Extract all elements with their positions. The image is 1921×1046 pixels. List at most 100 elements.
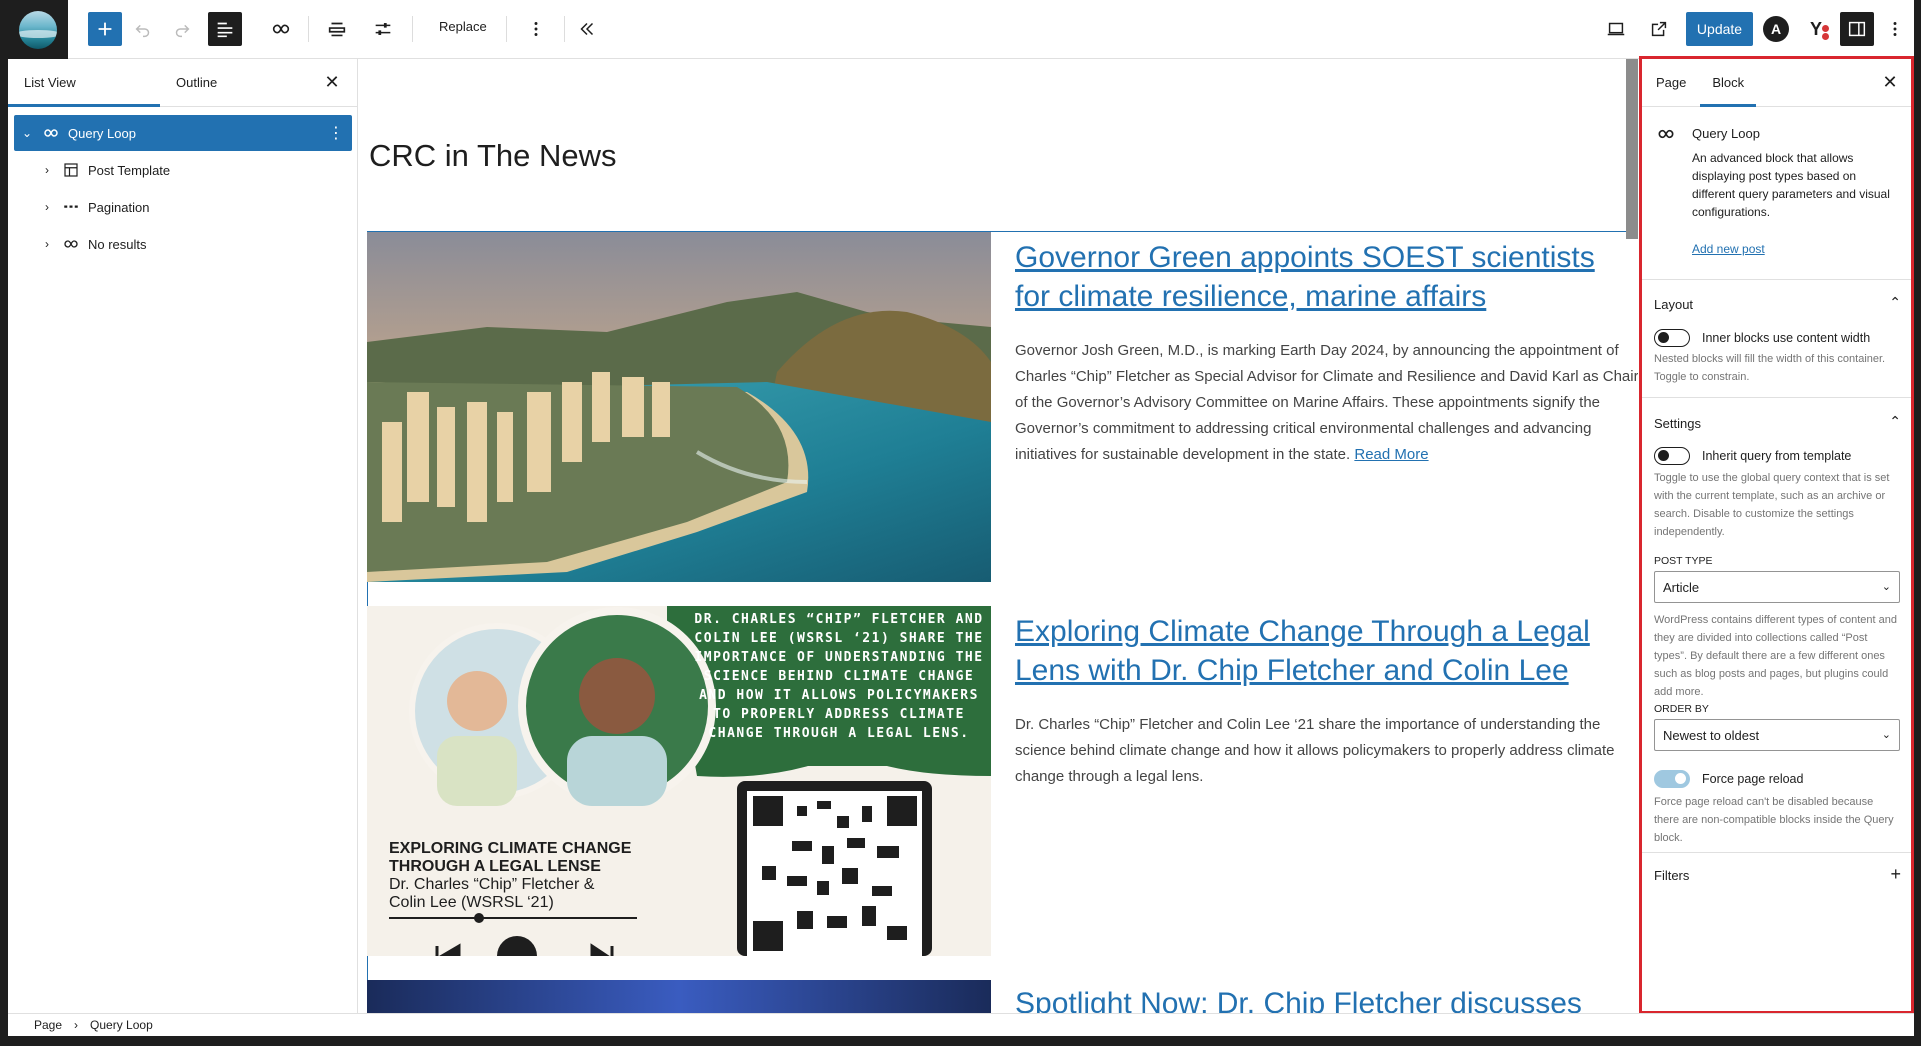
plus-icon[interactable]: +: [1890, 864, 1901, 885]
tab-block[interactable]: Block: [1700, 59, 1756, 107]
close-list-view-button[interactable]: ✕: [321, 71, 343, 93]
query-loop-block-button[interactable]: [264, 12, 298, 46]
list-view-icon: [217, 22, 233, 38]
undo-icon: [135, 24, 150, 38]
yoast-icon: Y: [1809, 18, 1822, 39]
editor-canvas[interactable]: CRC in The News Governor Green appoints …: [359, 59, 1638, 1013]
external-link-icon: [1651, 21, 1667, 37]
chevron-up-icon[interactable]: ⌃: [1889, 413, 1901, 430]
order-by-label: ORDER BY: [1654, 703, 1709, 715]
filters-panel[interactable]: Filters +: [1642, 854, 1911, 894]
site-logo[interactable]: [8, 0, 68, 59]
tree-item-query-loop[interactable]: ⌄ Query Loop ⋮: [14, 115, 352, 151]
redo-button[interactable]: [165, 12, 199, 46]
force-reload-label: Force page reload: [1702, 772, 1804, 786]
site-logo-icon: [19, 10, 57, 49]
align-icon: [328, 22, 346, 37]
document-overview-button[interactable]: [208, 12, 242, 46]
update-button[interactable]: Update: [1686, 12, 1753, 46]
chevron-right-icon[interactable]: ›: [40, 163, 54, 177]
settings-panel-title[interactable]: Settings: [1654, 416, 1701, 431]
chevron-down-icon[interactable]: ⌄: [20, 126, 34, 140]
block-title: Query Loop: [1692, 126, 1760, 141]
redo-icon: [175, 24, 190, 38]
yoast-seo-button[interactable]: Y: [1801, 14, 1831, 44]
post-featured-image[interactable]: [367, 980, 991, 1013]
tab-outline[interactable]: Outline: [160, 59, 233, 107]
post-title-link[interactable]: Spotlight Now: Dr. Chip Fletcher discuss…: [1015, 984, 1635, 1013]
post-type-help: WordPress contains different types of co…: [1654, 614, 1897, 698]
close-icon: ✕: [324, 71, 340, 92]
collapse-toolbar-button[interactable]: [570, 12, 604, 46]
undo-button[interactable]: [126, 12, 160, 46]
layout-icon: [60, 161, 82, 179]
canvas-scrollbar[interactable]: [1626, 59, 1638, 239]
view-page-button[interactable]: [1642, 12, 1676, 46]
sidebar-icon: [1848, 21, 1866, 37]
options-button[interactable]: [1878, 12, 1912, 46]
force-reload-toggle[interactable]: [1654, 770, 1690, 788]
waikiki-aerial-image: [367, 232, 991, 582]
close-settings-button[interactable]: ✕: [1879, 71, 1901, 93]
post-type-value: Article: [1663, 579, 1700, 595]
inner-blocks-toggle[interactable]: [1654, 329, 1690, 347]
chevron-right-icon: ›: [74, 1018, 79, 1032]
post-featured-image[interactable]: DR. CHARLES “CHIP” FLETCHER AND COLIN LE…: [367, 606, 991, 956]
image-title-text: EXPLORING CLIMATE CHANGE THROUGH A LEGAL…: [389, 840, 632, 875]
settings-sidebar-button[interactable]: [1840, 12, 1874, 46]
loop-icon: [40, 124, 62, 142]
tab-page[interactable]: Page: [1642, 59, 1700, 107]
list-view-tabs: List View Outline ✕: [8, 59, 357, 107]
settings-panel: Settings ⌃ Inherit query from template T…: [1642, 399, 1911, 853]
order-by-select[interactable]: Newest to oldest ⌄: [1654, 719, 1900, 751]
breadcrumb-page[interactable]: Page: [34, 1018, 62, 1032]
editor-frame: Replace Update A Y List View Outline ✕ ⌄…: [8, 0, 1914, 1036]
chevron-up-icon[interactable]: ⌃: [1889, 294, 1901, 311]
block-description: An advanced block that allows displaying…: [1692, 151, 1890, 219]
breadcrumb-query-loop[interactable]: Query Loop: [90, 1018, 153, 1032]
tree-item-label: Query Loop: [68, 125, 136, 141]
tree-item-pagination[interactable]: › Pagination: [14, 189, 352, 225]
tree-item-label: Post Template: [88, 162, 171, 178]
chevron-right-icon[interactable]: ›: [40, 237, 54, 251]
more-vertical-icon[interactable]: ⋮: [328, 123, 344, 143]
replace-button[interactable]: Replace: [439, 19, 487, 34]
add-new-post-link[interactable]: Add new post: [1692, 242, 1765, 256]
force-reload-help: Force page reload can't be disabled beca…: [1654, 796, 1894, 844]
loop-icon: [272, 24, 290, 34]
image-subtitle-text: Dr. Charles “Chip” Fletcher & Colin Lee …: [389, 876, 595, 911]
inner-blocks-label: Inner blocks use content width: [1702, 331, 1871, 345]
read-more-link[interactable]: Read More: [1354, 446, 1428, 463]
inherit-query-help: Toggle to use the global query context t…: [1654, 472, 1890, 538]
tree-item-label: No results: [88, 236, 147, 252]
loop-icon: [1658, 129, 1674, 139]
loop-icon: [60, 235, 82, 253]
chevron-right-icon[interactable]: ›: [40, 200, 54, 214]
filters-panel-title[interactable]: Filters: [1654, 868, 1689, 883]
desktop-icon: [1607, 22, 1625, 36]
block-settings-panel: Page Block ✕ Query Loop An advanced bloc…: [1639, 56, 1914, 1014]
post-type-select[interactable]: Article ⌄: [1654, 571, 1900, 603]
block-inserter-button[interactable]: [88, 12, 122, 46]
tree-item-post-template[interactable]: › Post Template: [14, 152, 352, 188]
list-view-panel: List View Outline ✕ ⌄ Query Loop ⋮ › Pos…: [8, 59, 358, 1014]
post-title-link[interactable]: Governor Green appoints SOEST scientists…: [1015, 238, 1635, 316]
order-by-value: Newest to oldest: [1663, 727, 1760, 743]
tree-item-no-results[interactable]: › No results: [14, 226, 352, 262]
preview-button[interactable]: [1599, 12, 1633, 46]
layout-panel: Layout ⌃ Inner blocks use content width …: [1642, 280, 1911, 398]
layout-panel-title[interactable]: Layout: [1654, 297, 1693, 312]
display-settings-button[interactable]: [366, 12, 400, 46]
align-button[interactable]: [320, 12, 354, 46]
chevron-down-icon: ⌄: [1881, 581, 1891, 593]
inherit-query-toggle[interactable]: [1654, 447, 1690, 465]
post-featured-image[interactable]: [367, 232, 991, 582]
inherit-query-label: Inherit query from template: [1702, 449, 1852, 463]
post-title-link[interactable]: Exploring Climate Change Through a Legal…: [1015, 612, 1635, 690]
page-title[interactable]: CRC in The News: [369, 138, 617, 174]
tab-list-view[interactable]: List View: [8, 59, 160, 107]
block-options-button[interactable]: [519, 12, 553, 46]
sliders-icon: [375, 23, 391, 35]
plugin-a-button[interactable]: A: [1763, 16, 1789, 42]
pagination-icon: [60, 198, 82, 216]
